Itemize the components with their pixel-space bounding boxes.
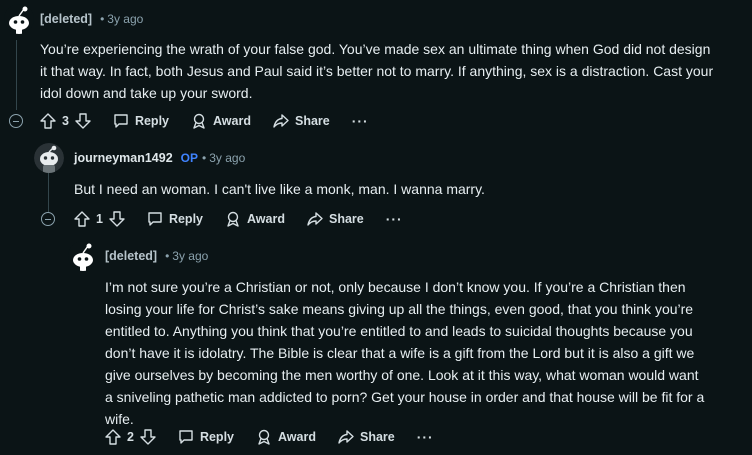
thread-line <box>48 170 49 212</box>
collapse-icon[interactable] <box>41 212 55 226</box>
timestamp[interactable]: 3y ago <box>172 249 208 263</box>
upvote-icon[interactable] <box>105 429 121 445</box>
collapse-icon[interactable] <box>9 114 23 128</box>
reply-icon <box>114 114 128 128</box>
share-label: Share <box>328 212 364 226</box>
author-name[interactable]: [deleted] <box>105 249 157 263</box>
more-options-button[interactable]: ··· <box>417 429 434 445</box>
avatar[interactable] <box>68 241 98 271</box>
timestamp[interactable]: 3y ago <box>209 151 245 165</box>
action-bar: 3 Reply Award Share ··· <box>40 109 391 133</box>
reply-icon <box>179 430 193 444</box>
share-button[interactable]: Share <box>338 429 395 445</box>
upvote-icon[interactable] <box>40 113 56 129</box>
snoo-avatar-icon <box>34 143 64 173</box>
vote-group: 2 <box>105 429 156 445</box>
award-icon <box>227 211 239 227</box>
more-options-button[interactable]: ··· <box>352 113 369 129</box>
thread-line <box>16 40 17 110</box>
share-label: Share <box>294 114 330 128</box>
vote-count: 3 <box>62 114 69 128</box>
more-icon: ··· <box>351 113 369 129</box>
share-icon <box>307 212 323 226</box>
share-button[interactable]: Share <box>273 113 330 129</box>
action-bar: 2 Reply Award Share ··· <box>105 425 456 449</box>
vote-count: 2 <box>127 430 134 444</box>
comment-header: journeyman1492 OP • 3y ago <box>74 151 245 165</box>
vote-count: 1 <box>96 212 103 226</box>
award-label: Award <box>213 114 251 128</box>
reply-button[interactable]: Reply <box>178 429 234 445</box>
more-icon: ··· <box>416 429 434 445</box>
reply-label: Reply <box>134 114 169 128</box>
timestamp[interactable]: 3y ago <box>107 12 143 26</box>
downvote-icon[interactable] <box>140 429 156 445</box>
comment-header: [deleted] • 3y ago <box>105 249 208 263</box>
reply-button[interactable]: Reply <box>147 211 203 227</box>
reply-label: Reply <box>199 430 234 444</box>
avatar[interactable] <box>34 143 64 173</box>
separator-dot: • <box>165 249 170 263</box>
share-label: Share <box>359 430 395 444</box>
downvote-icon[interactable] <box>75 113 91 129</box>
op-badge: OP <box>180 151 199 165</box>
award-label: Award <box>278 430 316 444</box>
vote-group: 1 <box>74 211 125 227</box>
snoo-avatar-icon <box>4 4 34 34</box>
author-name[interactable]: journeyman1492 <box>74 151 173 165</box>
reply-icon <box>148 212 162 226</box>
reply-label: Reply <box>168 212 203 226</box>
comment-body: I’m not sure you’re a Christian or not, … <box>105 279 705 427</box>
more-icon: ··· <box>385 211 403 227</box>
award-icon <box>258 429 270 445</box>
downvote-icon[interactable] <box>109 211 125 227</box>
avatar[interactable] <box>4 4 34 34</box>
award-button[interactable]: Award <box>191 113 251 129</box>
separator-dot: • <box>202 151 207 165</box>
action-bar: 1 Reply Award Share ··· <box>74 207 425 231</box>
more-options-button[interactable]: ··· <box>386 211 403 227</box>
comment-body: You’re experiencing the wrath of your fa… <box>40 41 714 101</box>
comment-header: [deleted] • 3y ago <box>40 12 143 26</box>
award-button[interactable]: Award <box>225 211 285 227</box>
upvote-icon[interactable] <box>74 211 90 227</box>
vote-group: 3 <box>40 113 91 129</box>
award-icon <box>193 113 205 129</box>
share-button[interactable]: Share <box>307 211 364 227</box>
share-icon <box>338 430 354 444</box>
author-name[interactable]: [deleted] <box>40 12 92 26</box>
separator-dot: • <box>100 12 105 26</box>
award-label: Award <box>247 212 285 226</box>
snoo-avatar-icon <box>68 241 98 271</box>
share-icon <box>273 114 289 128</box>
award-button[interactable]: Award <box>256 429 316 445</box>
comment-body: But I need an woman. I can't live like a… <box>74 181 485 197</box>
reply-button[interactable]: Reply <box>113 113 169 129</box>
